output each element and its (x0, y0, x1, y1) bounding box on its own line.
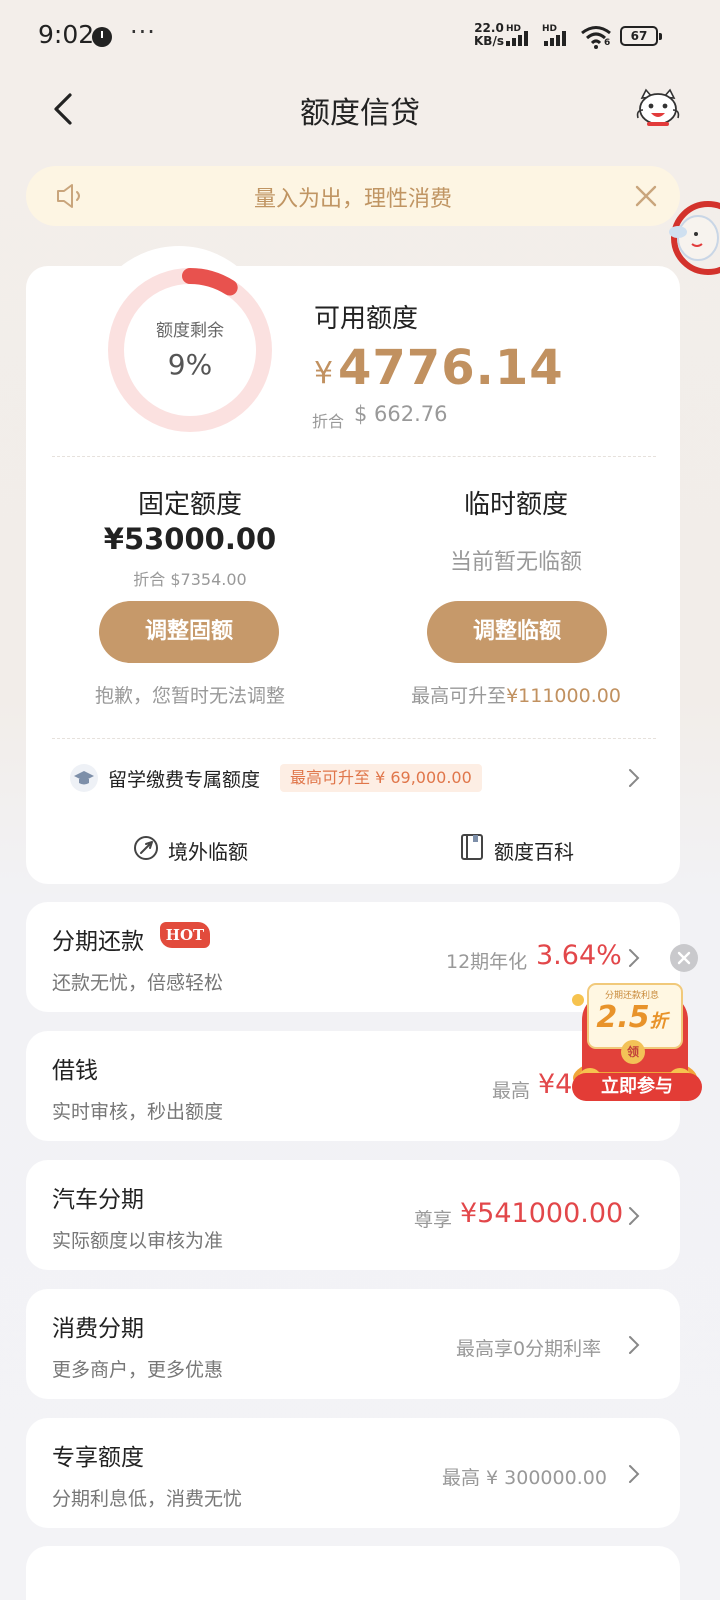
product-right-text: 最高 ¥ 300000.00 (442, 1467, 607, 1489)
product-rate-label: 12期年化 (446, 951, 528, 973)
status-time: 9:02 (38, 20, 95, 49)
product-vip-value: ¥541000.00 (460, 1198, 624, 1229)
usd-label: 折合 (312, 412, 345, 431)
promo-discount-value: 2.5 (596, 1000, 650, 1035)
close-icon[interactable] (670, 944, 698, 972)
network-speed-unit: KB/s (474, 34, 504, 48)
product-max-label: 最高 (492, 1080, 531, 1102)
product-rate-value: 3.64% (536, 940, 622, 971)
product-subtitle: 实际额度以审核为准 (52, 1230, 224, 1252)
close-icon[interactable] (632, 182, 660, 210)
product-vip-label: 尊享 (414, 1209, 453, 1231)
ring-label: 额度剩余 (156, 321, 224, 341)
product-subtitle: 实时审核，秒出额度 (52, 1101, 224, 1123)
divider-2 (52, 738, 656, 739)
quota-encyclopedia-link[interactable]: 额度百科 (494, 836, 574, 865)
page-title: 额度信贷 (300, 96, 420, 131)
fixed-quota-usd: 折合 $7354.00 (133, 570, 247, 589)
network-speed: 22.0 KB/s (474, 22, 504, 48)
product-card-consumer[interactable]: 消费分期 更多商户，更多优惠 最高享0分期利率 (26, 1289, 680, 1399)
fixed-quota-amount: ¥53000.00 (103, 522, 277, 556)
product-title: 专享额度 (52, 1445, 144, 1471)
notice-bar: 量入为出，理性消费 (26, 166, 680, 226)
product-card-car[interactable]: 汽车分期 实际额度以审核为准 尊享 ¥541000.00 (26, 1160, 680, 1270)
adjust-fixed-button[interactable]: 调整固额 (99, 601, 279, 663)
chevron-right-icon (629, 1207, 640, 1225)
signal-icon (506, 30, 528, 46)
temp-quota-note: 最高可升至¥111000.00 (366, 681, 666, 708)
promo-claim-badge[interactable]: 领 (621, 1040, 645, 1064)
available-currency: ¥ (314, 356, 334, 391)
divider (52, 456, 656, 457)
fixed-quota-note: 抱歉，您暂时无法调整 (94, 685, 285, 707)
product-title: 消费分期 (52, 1316, 144, 1342)
available-amount: 4776.14 (338, 340, 564, 396)
product-title: 分期还款 (52, 929, 144, 955)
ring-percent: 9% (167, 348, 213, 381)
product-card-exclusive[interactable]: 专享额度 分期利息低，消费无忧 最高 ¥ 300000.00 (26, 1418, 680, 1528)
overseas-plane-icon (134, 836, 158, 860)
temp-note-prefix: 最高可升至 (411, 685, 507, 707)
join-now-button[interactable]: 立即参与 (572, 1073, 702, 1101)
hot-badge: HOT (160, 922, 210, 948)
overseas-temp-link[interactable]: 境外临额 (168, 836, 248, 865)
product-subtitle: 分期利息低，消费无忧 (52, 1488, 243, 1510)
temp-quota-title: 临时额度 (463, 490, 568, 520)
temp-quota-status: 当前暂无临额 (449, 550, 582, 575)
book-icon (461, 834, 483, 860)
product-title: 汽车分期 (52, 1187, 144, 1213)
promo-discount-unit: 折 (649, 1011, 668, 1032)
product-title: 借钱 (52, 1058, 98, 1084)
signal-icon-2 (544, 30, 566, 46)
adjust-temp-button[interactable]: 调整临额 (427, 601, 607, 663)
wifi-badge: 6 (604, 38, 611, 48)
chevron-right-icon[interactable] (628, 768, 640, 788)
more-notifications-icon: ··· (130, 18, 156, 46)
fixed-quota-title: 固定额度 (137, 490, 242, 520)
study-abroad-badge: 最高可升至 ¥ 69,000.00 (280, 764, 482, 792)
usd-amount: $ 662.76 (354, 402, 448, 426)
chevron-right-icon (629, 1336, 640, 1354)
study-abroad-label[interactable]: 留学缴费专属额度 (108, 765, 260, 792)
chevron-right-icon (629, 949, 640, 967)
promo-discount: 2.5折 (584, 1000, 680, 1035)
temp-note-amount: ¥111000.00 (506, 685, 621, 707)
battery-icon: 67 (620, 26, 662, 46)
notice-text: 量入为出，理性消费 (253, 187, 452, 212)
available-label: 可用额度 (314, 304, 419, 334)
mascot-cat-icon[interactable] (636, 88, 680, 128)
product-right-text: 最高享0分期利率 (456, 1338, 602, 1360)
product-card-partial[interactable] (26, 1546, 680, 1600)
product-subtitle: 还款无忧，倍感轻松 (52, 972, 224, 994)
product-subtitle: 更多商户，更多优惠 (52, 1359, 224, 1381)
clock-icon (92, 27, 112, 47)
chevron-right-icon (629, 1465, 640, 1483)
graduation-cap-icon (70, 764, 98, 792)
